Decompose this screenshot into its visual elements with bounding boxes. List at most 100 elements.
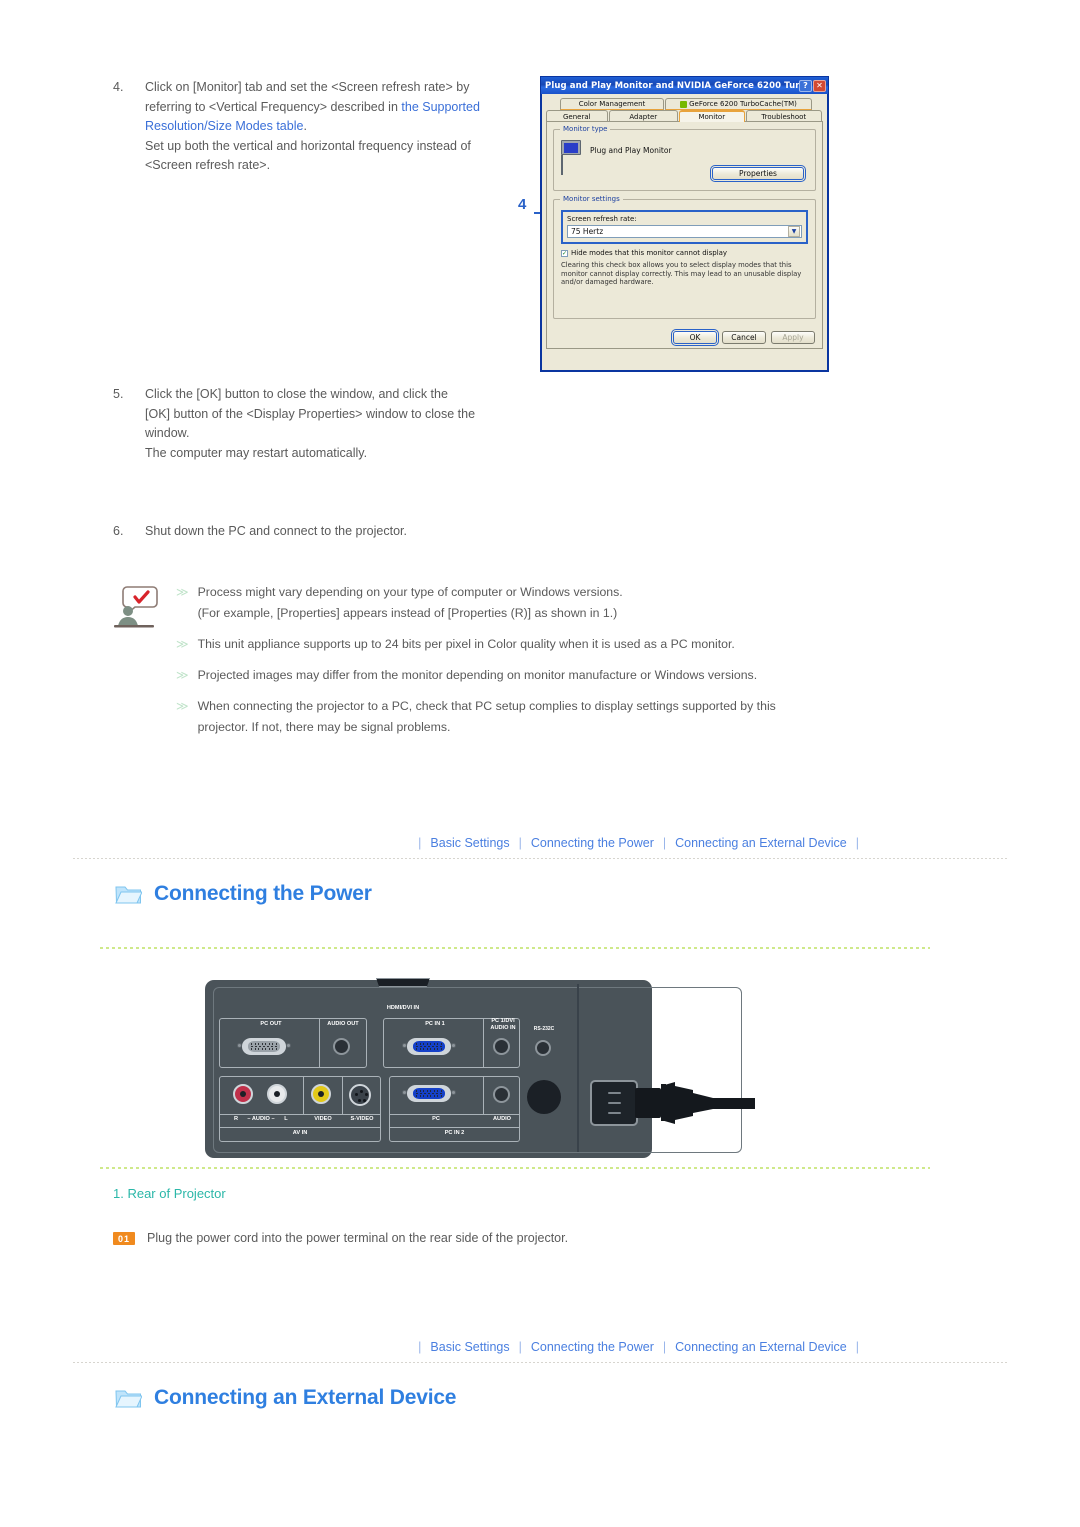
dialog-tabs-row-1: Color Management GeForce 6200 TurboCache… [546,98,823,110]
tab-monitor[interactable]: Monitor [679,110,745,122]
hdmi-connector-icon [376,978,430,987]
note-line: projector. If not, there may be signal p… [197,720,451,734]
note-person-check-icon [113,585,161,629]
s-video-label: S-VIDEO [350,1116,374,1122]
dialog-window-buttons: ? ✕ [799,79,826,92]
hdmi-dvi-port [373,978,433,991]
close-icon[interactable]: ✕ [813,79,826,92]
monitor-settings-group: Monitor settings Screen refresh rate: 75… [553,195,816,319]
step-4-line-4: Set up both the vertical and horizontal … [145,138,471,153]
nav-link-basic-settings-2[interactable]: Basic Settings [430,1340,509,1354]
pc-dvi-audio-in-label-line2: AUDIO IN [490,1025,516,1031]
bullet-icon: ≫ [176,637,189,651]
step-4-line-3: Resolution/Size Modes table. [145,117,513,137]
step-5: 5. Click the [OK] button to close the wi… [113,385,513,463]
monitor-icon [561,140,583,175]
supported-resolution-link-1[interactable]: the Supported [401,100,480,114]
nav-divider: | [518,836,522,850]
callout-number-4: 4 [518,196,527,213]
monitor-tab-panel: Monitor type Plug and Play Monitor Prope… [546,121,823,349]
nav-link-connecting-external-device[interactable]: Connecting an External Device [675,836,847,850]
ok-button[interactable]: OK [671,329,719,346]
step-4-line-1: Click on [Monitor] tab and set the <Scre… [145,80,470,94]
hide-modes-checkbox[interactable]: ✓ [561,250,568,257]
projector-panel-divider [577,984,579,1152]
help-button[interactable]: ? [799,79,812,92]
cancel-button[interactable]: Cancel [722,331,766,344]
step-6-body: Shut down the PC and connect to the proj… [145,522,573,542]
step-4: 4. Click on [Monitor] tab and set the <S… [113,78,513,176]
pc-in-2-sep [483,1076,484,1114]
note-line: Process might vary depending on your typ… [197,585,623,599]
pc-dvi-audio-in-jack [493,1038,510,1055]
audio-label: – AUDIO – [247,1116,275,1122]
supported-resolution-link-2[interactable]: Resolution/Size Modes table [145,119,303,133]
av-in-bottom-divider [219,1127,381,1128]
nav-link-connecting-the-power[interactable]: Connecting the Power [531,836,654,850]
dialog-title-text: Plug and Play Monitor and NVIDIA GeForce… [545,80,799,91]
av-in-label: AV IN [292,1130,308,1136]
section-title: Connecting an External Device [154,1386,457,1409]
pc-in-2-vga-connector [401,1084,457,1103]
av-in-sep-2 [342,1076,343,1114]
pc-out-label: PC OUT [260,1021,282,1027]
nvidia-logo-icon [680,100,688,108]
tab-geforce[interactable]: GeForce 6200 TurboCache(TM) [665,98,812,110]
audio-l-label: L [284,1116,288,1122]
audio-l-rca-jack [267,1084,287,1104]
note-item-text: When connecting the projector to a PC, c… [198,697,873,737]
nav-divider: | [662,836,667,850]
monitor-settings-group-label: Monitor settings [560,195,623,203]
pc-out-audio-out-separator [319,1018,320,1068]
av-in-sep-1 [303,1076,304,1114]
screen-refresh-rate-value: 75 Hertz [571,227,604,236]
pc-in-2-audio-jack [493,1086,510,1103]
apply-button: Apply [771,331,815,344]
nav-divider: | [855,836,859,850]
pc-out-vga-connector [236,1037,292,1056]
folder-icon [115,882,143,906]
note-item-text: This unit appliance supports up to 24 bi… [198,635,873,654]
nav-divider-rule-top [73,858,1007,859]
nav-link-basic-settings[interactable]: Basic Settings [430,836,509,850]
step-4-body: Click on [Monitor] tab and set the <Scre… [145,78,513,176]
av-in-label-divider [219,1114,381,1115]
green-dotted-rule-top [100,947,930,949]
tab-color-management[interactable]: Color Management [560,98,664,110]
tab-geforce-label: GeForce 6200 TurboCache(TM) [689,100,797,108]
note-item: ≫ Projected images may differ from the m… [176,666,873,685]
step-4-line-5: <Screen refresh rate>. [145,158,271,172]
note-line: (For example, [Properties] appears inste… [197,606,618,620]
screen-refresh-rate-select[interactable]: 75 Hertz ▼ [567,225,802,238]
monitor-properties-button[interactable]: Properties [710,165,806,182]
nav-divider: | [518,1340,522,1354]
step-5-body: Click the [OK] button to close the windo… [145,385,513,463]
hide-modes-description: Clearing this check box allows you to se… [561,261,802,286]
note-line: This unit appliance supports up to 24 bi… [197,637,735,651]
note-item-text: Process might vary depending on your typ… [198,583,873,623]
step-badge-01: 01 [113,1232,135,1245]
audio-r-rca-jack [233,1084,253,1104]
note-line: When connecting the projector to a PC, c… [197,699,776,713]
step-5-line-1: Click the [OK] button to close the windo… [145,387,448,401]
note-item: ≫ When connecting the projector to a PC,… [176,697,873,737]
step-4-line-2a: referring to <Vertical Frequency> descri… [145,99,402,114]
nav-divider: | [662,1340,667,1354]
nav-link-connecting-external-device-2[interactable]: Connecting an External Device [675,1340,847,1354]
audio-r-label: R [233,1116,239,1122]
nav-divider: | [418,1340,422,1354]
pc-in-1-separator [483,1018,484,1068]
dialog-title-bar: Plug and Play Monitor and NVIDIA GeForce… [541,77,828,94]
chevron-down-icon[interactable]: ▼ [788,226,800,237]
step-6-number: 6. [113,524,124,538]
power-cord-plug [635,1082,755,1124]
video-rca-jack [311,1084,331,1104]
pc-in-2-bottom-divider [389,1127,520,1128]
breadcrumb-nav-bottom: | Basic Settings | Connecting the Power … [0,1340,1080,1354]
hide-modes-checkbox-row[interactable]: ✓ Hide modes that this monitor cannot di… [561,249,808,257]
nav-link-connecting-the-power-2[interactable]: Connecting the Power [531,1340,654,1354]
nav-divider-rule-bottom [73,1362,1007,1363]
step-6: 6. Shut down the PC and connect to the p… [113,522,573,542]
monitor-type-row: Plug and Play Monitor [561,140,808,175]
hdmi-dvi-in-label: HDMI/DVI IN [386,1005,420,1011]
